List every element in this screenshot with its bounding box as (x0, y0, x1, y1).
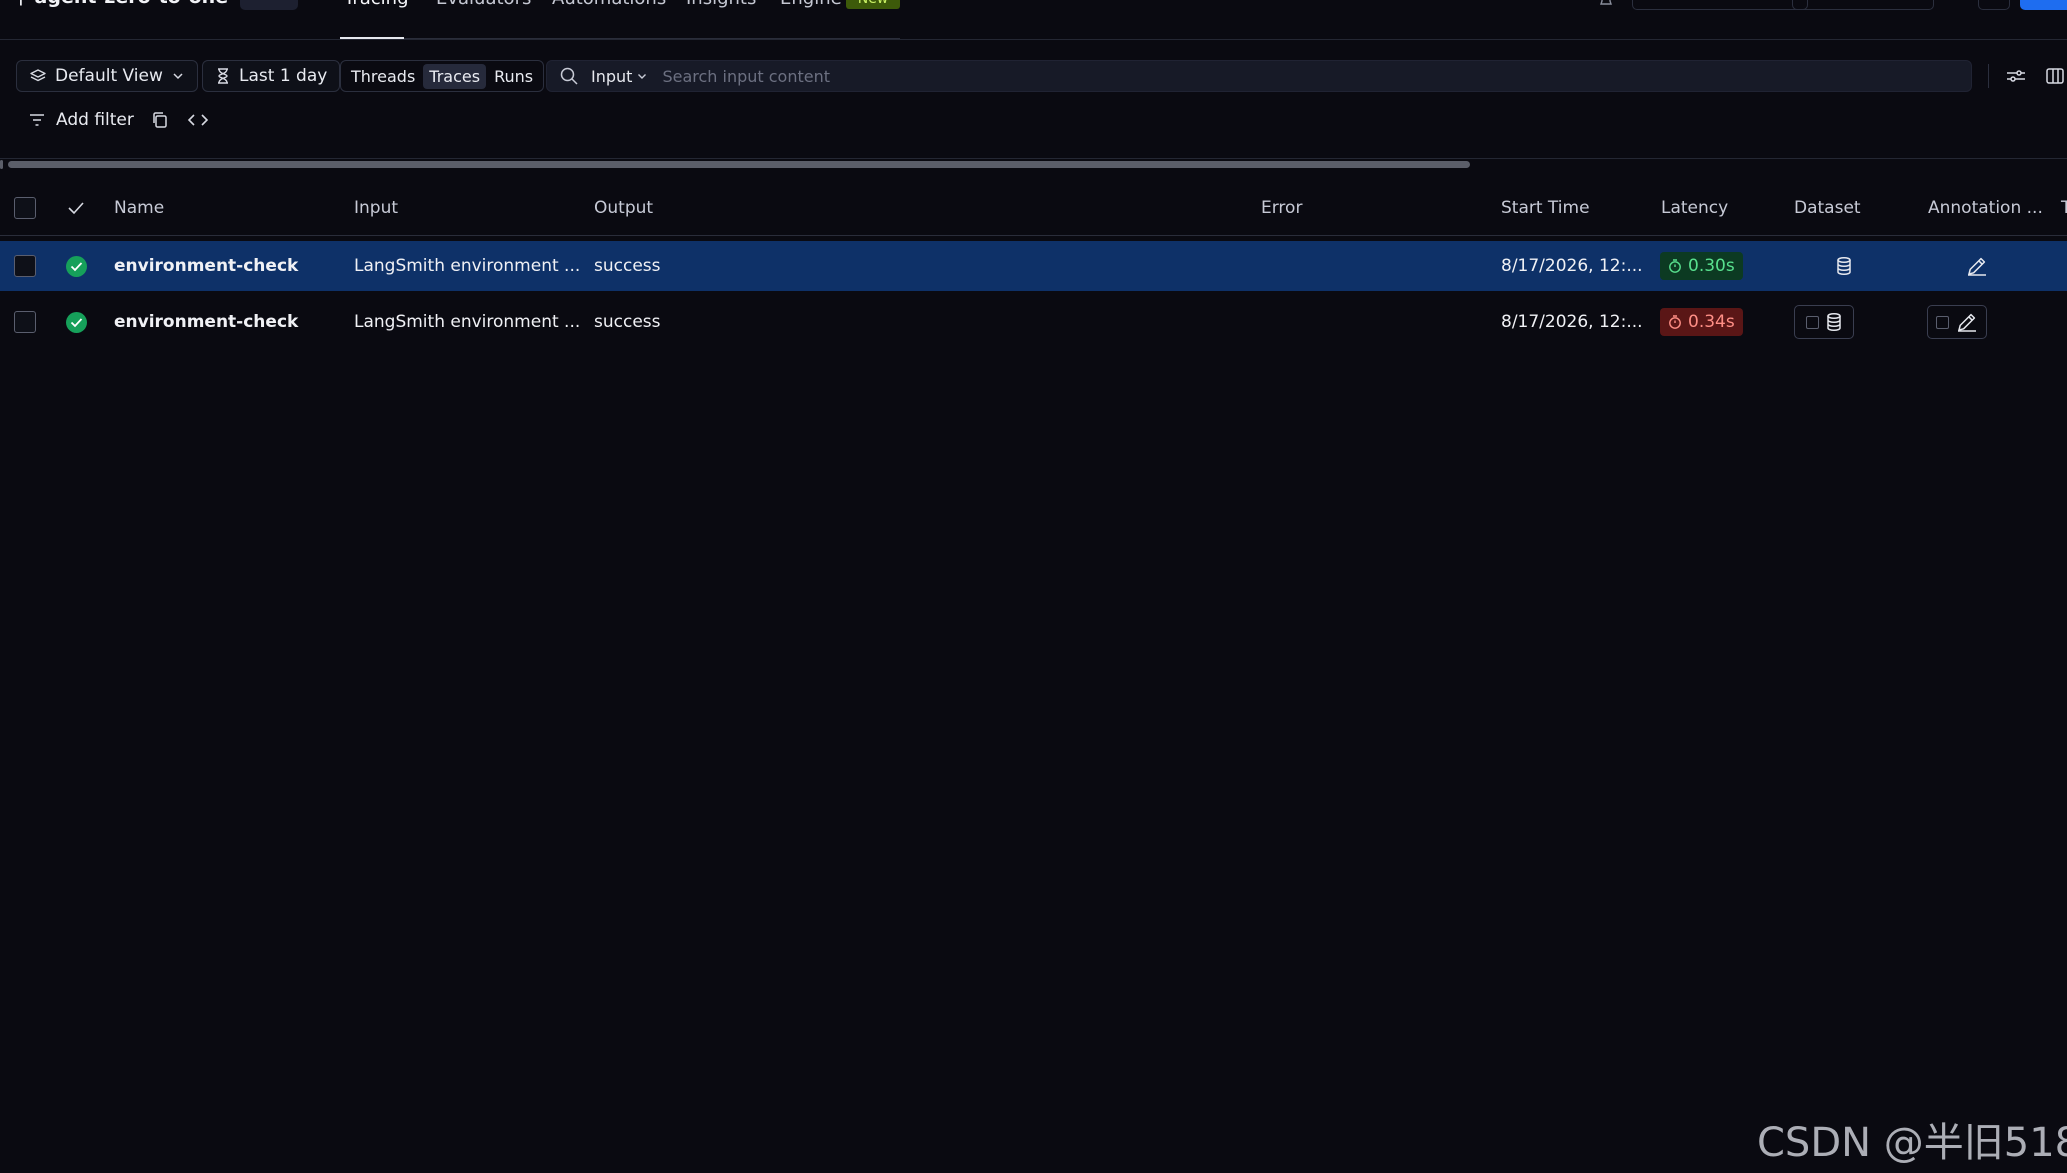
top-right-icon-button[interactable] (1978, 0, 2010, 10)
row-input: LangSmith environment ... (354, 312, 581, 332)
time-range-label: Last 1 day (239, 66, 328, 86)
search-bar: Input (546, 60, 1972, 92)
row-output: success (594, 256, 661, 276)
check-icon (68, 202, 84, 215)
pencil-icon (1957, 313, 1976, 332)
new-badge: New (846, 0, 900, 9)
row-name[interactable]: environment-check (114, 297, 344, 347)
top-nav: ⚲ agent-zero-to-one Tracing Evaluators A… (0, 0, 2067, 40)
row-checkbox[interactable] (14, 311, 36, 333)
row-error (1261, 241, 1491, 291)
tab-tracing[interactable]: Tracing (344, 0, 409, 9)
row-input: LangSmith environment ... (354, 256, 581, 276)
search-field-label: Input (591, 66, 633, 86)
segment-traces[interactable]: Traces (423, 63, 487, 89)
segment-runs[interactable]: Runs (488, 64, 539, 89)
latency-badge: 0.34s (1660, 308, 1743, 336)
column-header-name[interactable]: Name (114, 180, 164, 236)
annotate-button[interactable] (1927, 305, 1987, 339)
database-icon[interactable] (1835, 256, 1853, 276)
view-label: Default View (55, 66, 163, 86)
pencil-icon[interactable] (1965, 254, 1989, 278)
column-header-annotation[interactable]: Annotation ... (1928, 180, 2043, 236)
dataset-checkbox[interactable] (1805, 315, 1819, 329)
column-header-truncated[interactable]: T (2061, 180, 2067, 236)
scrollbar-thumb[interactable] (8, 161, 1470, 168)
add-to-dataset-button[interactable] (1794, 305, 1854, 339)
copy-icon[interactable] (148, 108, 172, 132)
row-checkbox[interactable] (14, 255, 36, 277)
latency-value: 0.30s (1688, 256, 1735, 276)
add-filter-label: Add filter (56, 110, 134, 130)
timer-icon (1669, 315, 1681, 329)
time-range-selector[interactable]: Last 1 day (202, 60, 341, 92)
tab-evaluators[interactable]: Evaluators (436, 0, 531, 9)
code-icon[interactable] (186, 108, 210, 132)
search-field-selector[interactable]: Input (591, 67, 648, 86)
select-all-cell (14, 180, 36, 236)
status-column-header[interactable] (66, 180, 86, 236)
timer-icon (1669, 259, 1681, 273)
project-badge (240, 0, 298, 10)
app-window: ⚲ agent-zero-to-one Tracing Evaluators A… (0, 0, 2067, 1173)
view-mode-toggle: Threads Traces Runs (340, 60, 545, 92)
latency-badge: 0.30s (1660, 252, 1743, 280)
watermark: CSDN @半旧518 (1757, 1120, 2067, 1166)
chevron-down-icon (638, 74, 647, 79)
project-title[interactable]: ⚲ agent-zero-to-one (14, 0, 228, 8)
primary-action-button[interactable] (2020, 0, 2067, 10)
table-header: Name Input Output Error Start Time Laten… (0, 180, 2067, 236)
tab-engine[interactable]: Engine (780, 0, 842, 9)
column-header-latency[interactable]: Latency (1661, 180, 1728, 236)
tab-insights[interactable]: Insights (686, 0, 756, 9)
bell-icon[interactable] (1596, 0, 1616, 8)
column-header-output[interactable]: Output (594, 180, 653, 236)
nav-divider (404, 38, 900, 39)
project-icon: ⚲ (14, 0, 35, 8)
row-start-time: 8/17/2026, 12:... (1501, 312, 1643, 332)
search-input[interactable] (662, 66, 1971, 86)
chevron-down-icon (173, 73, 183, 80)
row-output: success (594, 312, 661, 332)
table-row[interactable]: environment-check LangSmith environment … (0, 241, 2067, 291)
column-header-dataset[interactable]: Dataset (1794, 180, 1861, 236)
add-filter-button[interactable]: Add filter (28, 106, 134, 134)
success-status-icon (66, 255, 87, 277)
segment-threads[interactable]: Threads (345, 64, 421, 89)
active-tab-indicator (340, 37, 404, 39)
layers-icon (30, 69, 46, 82)
database-icon (1826, 312, 1841, 332)
annotation-checkbox[interactable] (1935, 315, 1949, 329)
hourglass-icon (218, 68, 228, 84)
scrollbar-left-cap (0, 160, 3, 169)
toolbar-divider (1988, 64, 1989, 88)
table-row[interactable]: environment-check LangSmith environment … (0, 297, 2067, 347)
top-right-select[interactable] (1792, 0, 1934, 10)
row-error (1261, 297, 1491, 347)
column-header-error[interactable]: Error (1261, 180, 1302, 236)
settings-sliders-icon[interactable] (2003, 64, 2029, 88)
column-header-start-time[interactable]: Start Time (1501, 180, 1590, 236)
success-status-icon (66, 311, 87, 333)
row-start-time: 8/17/2026, 12:... (1501, 256, 1643, 276)
select-all-checkbox[interactable] (14, 197, 36, 219)
tab-automations[interactable]: Automations (552, 0, 666, 9)
columns-icon[interactable] (2044, 64, 2066, 88)
top-right-control[interactable] (1632, 0, 1808, 10)
filter-icon (30, 114, 44, 126)
search-icon (560, 67, 578, 85)
row-name[interactable]: environment-check (114, 241, 344, 291)
latency-value: 0.34s (1688, 312, 1735, 332)
column-header-input[interactable]: Input (354, 180, 398, 236)
view-selector[interactable]: Default View (16, 60, 198, 92)
